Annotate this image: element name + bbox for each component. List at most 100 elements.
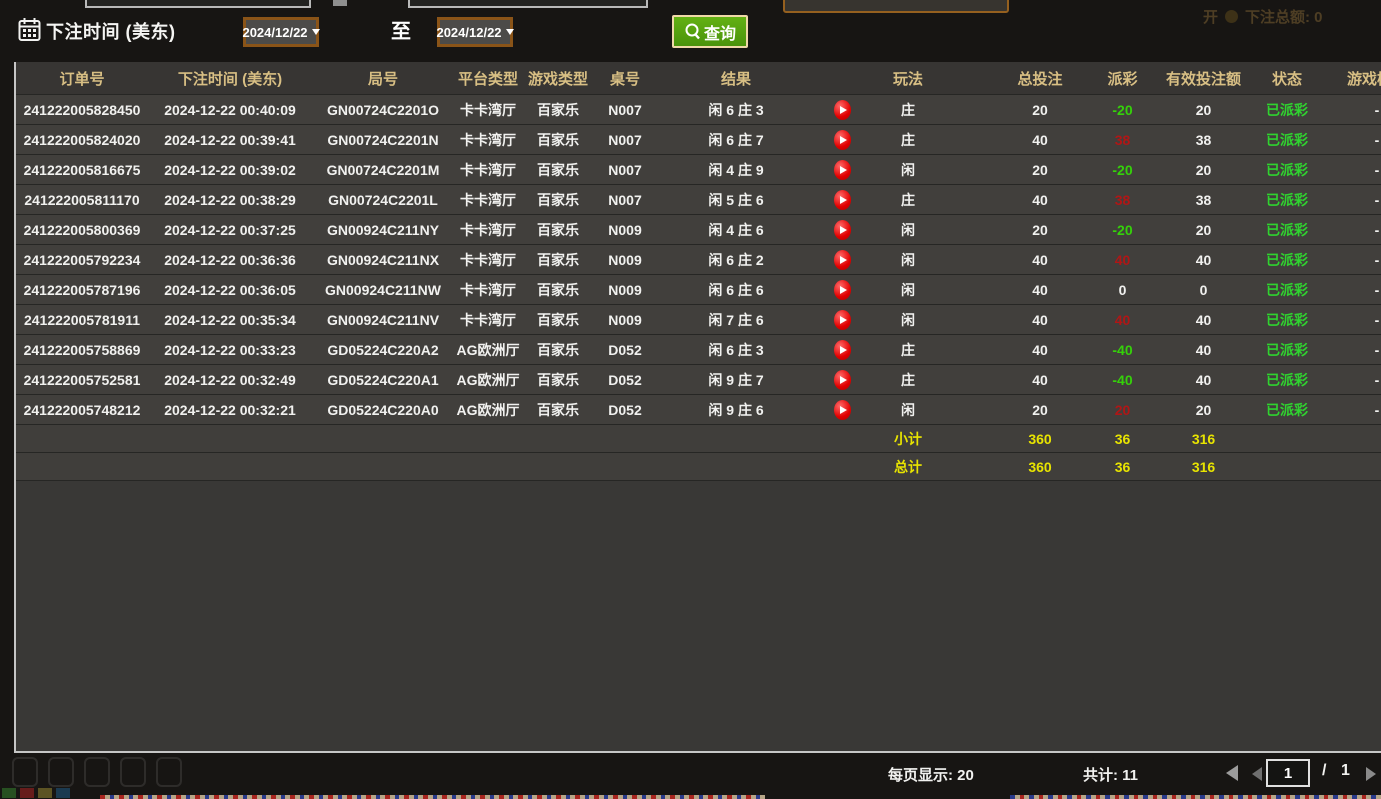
cell-total-bet: 20: [948, 215, 1090, 244]
cell-result: 闲 6 庄 6: [656, 275, 816, 304]
date-from-select[interactable]: 2024/12/22: [243, 17, 319, 47]
replay-play-icon[interactable]: [834, 160, 851, 180]
cell-platform: 卡卡湾厅: [454, 275, 522, 304]
replay-play-icon[interactable]: [834, 130, 851, 150]
subtotal-row: 小计 360 36 316: [16, 425, 1381, 453]
dim-total-bet-label: 下注总额: 0: [1245, 6, 1323, 27]
cell-valid-bet: 40: [1155, 335, 1252, 364]
cell-game-mode: -: [1322, 335, 1381, 364]
cell-total-bet: 20: [948, 155, 1090, 184]
grand-total-row: 总计 360 36 316: [16, 453, 1381, 481]
subtotal-total: 360: [948, 425, 1090, 452]
cell-round-id: GN00724C2201M: [312, 155, 454, 184]
bet-records-table: 订单号 下注时间 (美东) 局号 平台类型 游戏类型 桌号 结果 玩法 总投注 …: [14, 62, 1381, 753]
cell-table-no: N009: [594, 245, 656, 274]
top-input-cropped-2[interactable]: [408, 0, 648, 8]
cell-table-no: N007: [594, 155, 656, 184]
replay-play-icon[interactable]: [834, 280, 851, 300]
cell-order-id: 241222005752581: [16, 365, 148, 394]
top-dropdown-cropped[interactable]: [783, 0, 1009, 13]
header-total-bet: 总投注: [948, 62, 1090, 94]
cell-play-type: 闲: [868, 215, 948, 244]
cell-status: 已派彩: [1252, 335, 1322, 364]
cell-play-type: 庄: [868, 365, 948, 394]
replay-play-icon[interactable]: [834, 100, 851, 120]
table-row: 241222005781911 2024-12-22 00:35:34 GN00…: [16, 305, 1381, 335]
cell-total-bet: 40: [948, 335, 1090, 364]
cell-result: 闲 5 庄 6: [656, 185, 816, 214]
cell-payout: 20: [1090, 395, 1155, 424]
top-divider-tab: [333, 0, 347, 6]
header-result: 结果: [656, 62, 816, 94]
replay-play-icon[interactable]: [834, 340, 851, 360]
cell-round-id: GN00924C211NV: [312, 305, 454, 334]
header-game-type: 游戏类型: [522, 62, 594, 94]
cell-game-mode: -: [1322, 95, 1381, 124]
cell-total-bet: 40: [948, 365, 1090, 394]
replay-play-icon[interactable]: [834, 400, 851, 420]
cell-game-mode: -: [1322, 215, 1381, 244]
date-to-select[interactable]: 2024/12/22: [437, 17, 513, 47]
table-row: 241222005758869 2024-12-22 00:33:23 GD05…: [16, 335, 1381, 365]
prev-page-arrow-icon[interactable]: [1252, 767, 1262, 781]
cell-bet-time: 2024-12-22 00:40:09: [148, 95, 312, 124]
header-game-mode: 游戏模式: [1322, 62, 1381, 94]
cell-round-id: GN00724C2201O: [312, 95, 454, 124]
cell-game-mode: -: [1322, 395, 1381, 424]
cell-replay: [816, 155, 868, 184]
cell-order-id: 241222005824020: [16, 125, 148, 154]
first-page-arrow-icon[interactable]: [1226, 765, 1238, 781]
cell-bet-time: 2024-12-22 00:35:34: [148, 305, 312, 334]
search-button-label: 查询: [704, 20, 736, 44]
cell-game-mode: -: [1322, 155, 1381, 184]
search-button[interactable]: 查询: [672, 15, 748, 48]
cell-total-bet: 20: [948, 95, 1090, 124]
next-page-arrow-icon[interactable]: [1366, 767, 1376, 781]
cell-status: 已派彩: [1252, 305, 1322, 334]
cell-bet-time: 2024-12-22 00:39:41: [148, 125, 312, 154]
cell-platform: 卡卡湾厅: [454, 305, 522, 334]
page-separator: /: [1322, 762, 1326, 780]
cell-round-id: GD05224C220A1: [312, 365, 454, 394]
header-status: 状态: [1252, 62, 1322, 94]
replay-play-icon[interactable]: [834, 250, 851, 270]
cell-valid-bet: 0: [1155, 275, 1252, 304]
cell-play-type: 庄: [868, 125, 948, 154]
header-valid-bet: 有效投注额: [1155, 62, 1252, 94]
cell-game-mode: -: [1322, 245, 1381, 274]
cell-game-type: 百家乐: [522, 365, 594, 394]
cell-payout: -20: [1090, 95, 1155, 124]
cell-round-id: GD05224C220A0: [312, 395, 454, 424]
bet-records-screen: 开 下注总额: 0 下注时间 (美东) 2024/12/22 至 2024/12…: [0, 0, 1381, 799]
cell-total-bet: 40: [948, 125, 1090, 154]
page-number-input[interactable]: [1266, 759, 1310, 787]
header-round-id: 局号: [312, 62, 454, 94]
cell-game-mode: -: [1322, 305, 1381, 334]
cell-replay: [816, 95, 868, 124]
cell-result: 闲 6 庄 2: [656, 245, 816, 274]
cell-valid-bet: 40: [1155, 245, 1252, 274]
cell-round-id: GN00724C2201L: [312, 185, 454, 214]
replay-play-icon[interactable]: [834, 310, 851, 330]
cell-table-no: N009: [594, 275, 656, 304]
replay-play-icon[interactable]: [834, 220, 851, 240]
replay-play-icon[interactable]: [834, 370, 851, 390]
cell-round-id: GD05224C220A2: [312, 335, 454, 364]
cell-result: 闲 4 庄 6: [656, 215, 816, 244]
header-play-type: 玩法: [868, 62, 948, 94]
header-order-id: 订单号: [16, 62, 148, 94]
cell-valid-bet: 38: [1155, 185, 1252, 214]
table-header-row: 订单号 下注时间 (美东) 局号 平台类型 游戏类型 桌号 结果 玩法 总投注 …: [16, 62, 1381, 95]
dim-background-icons: [12, 757, 182, 787]
date-to-value: 2024/12/22: [436, 25, 501, 40]
top-input-cropped-1[interactable]: [85, 0, 311, 8]
calendar-icon: [18, 17, 41, 42]
table-body: 241222005828450 2024-12-22 00:40:09 GN00…: [16, 95, 1381, 425]
replay-play-icon[interactable]: [834, 190, 851, 210]
coin-icon: [1225, 10, 1238, 23]
cell-platform: 卡卡湾厅: [454, 125, 522, 154]
cell-round-id: GN00924C211NX: [312, 245, 454, 274]
table-row: 241222005824020 2024-12-22 00:39:41 GN00…: [16, 125, 1381, 155]
cell-round-id: GN00924C211NY: [312, 215, 454, 244]
table-row: 241222005787196 2024-12-22 00:36:05 GN00…: [16, 275, 1381, 305]
